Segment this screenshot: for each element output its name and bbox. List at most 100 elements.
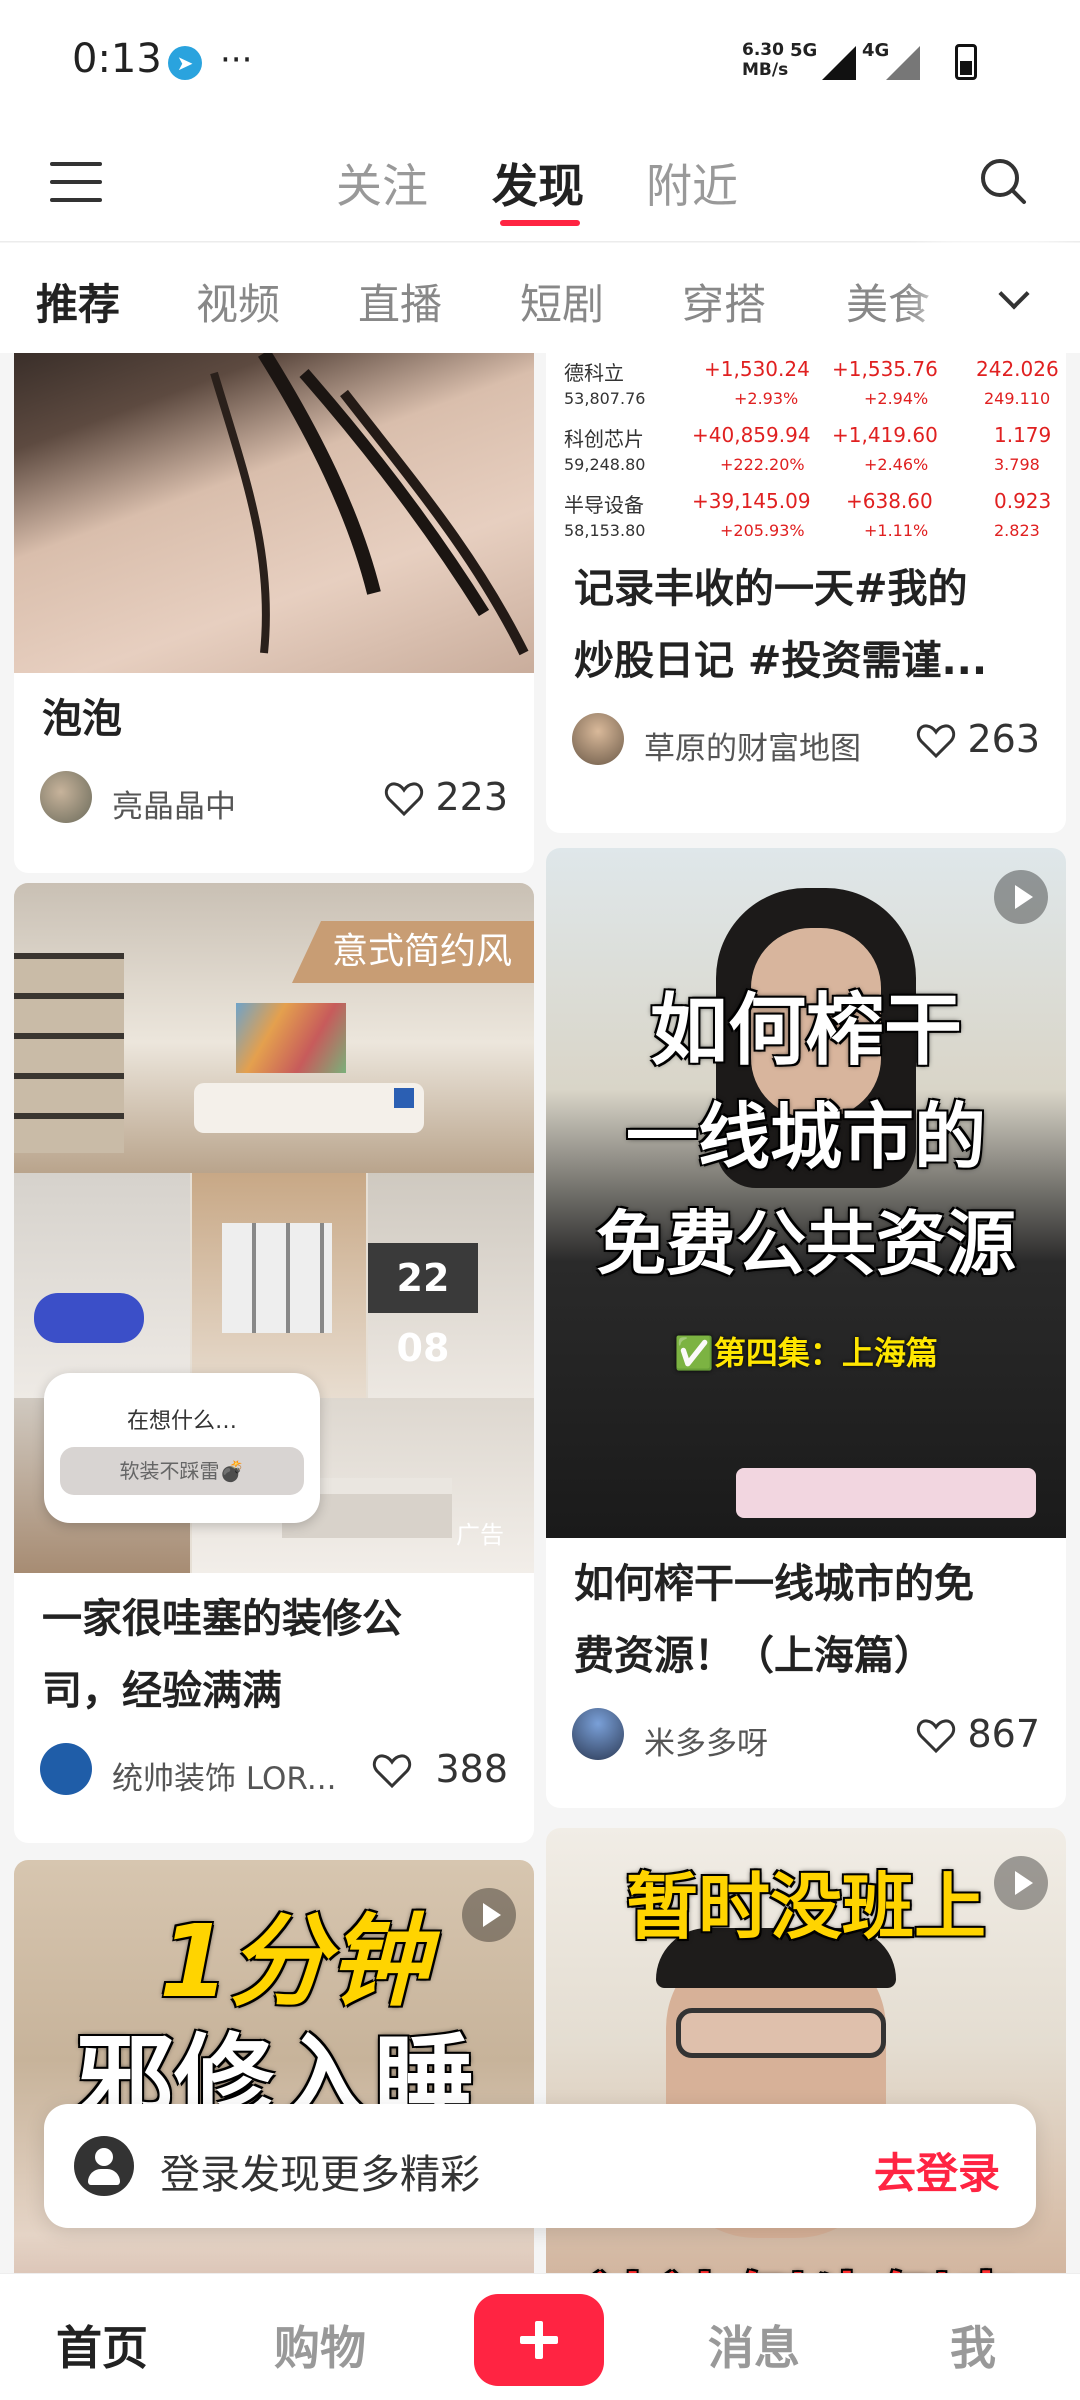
category-live[interactable]: 直播 xyxy=(358,271,442,332)
stock-value: 242.026 xyxy=(976,357,1059,381)
stock-value: 1.179 xyxy=(994,423,1052,447)
card-title-line: 费资源！（上海篇） xyxy=(574,1633,934,1679)
category-outfit[interactable]: 穿搭 xyxy=(682,271,766,332)
heart-icon[interactable] xyxy=(384,781,424,817)
signal-strength-icon-2 xyxy=(886,46,920,80)
cushion xyxy=(394,1088,414,1108)
heart-icon[interactable] xyxy=(372,1753,412,1789)
category-food[interactable]: 美食 xyxy=(846,271,930,332)
login-button[interactable]: 去登录 xyxy=(874,2140,1000,2201)
avatar[interactable] xyxy=(572,713,624,765)
stock-value: +1,530.24 xyxy=(704,357,810,381)
active-tab-indicator xyxy=(500,220,580,226)
tab-discover[interactable]: 发现 xyxy=(492,150,584,216)
telegram-icon: ➤ xyxy=(168,46,202,80)
card-title: 如何榨干一线城市的免 费资源！（上海篇） xyxy=(574,1548,974,1692)
like-count: 263 xyxy=(967,717,1040,761)
nav-messages[interactable]: 消息 xyxy=(708,2312,800,2378)
network-speed-value: 6.30 xyxy=(742,40,784,60)
card-title: 一家很哇塞的装修公 司，经验满满 xyxy=(42,1583,402,1727)
author-name[interactable]: 统帅装饰 LOR... xyxy=(112,1753,336,1798)
category-recommend[interactable]: 推荐 xyxy=(36,271,120,332)
play-icon xyxy=(994,870,1048,924)
author-name[interactable]: 亮晶晶中 xyxy=(112,781,236,826)
battery-icon xyxy=(955,44,977,80)
author-name[interactable]: 米多多呀 xyxy=(644,1718,768,1763)
network-5g-label: 5G xyxy=(790,40,818,61)
stock-value: +39,145.09 xyxy=(692,489,811,513)
nav-home[interactable]: 首页 xyxy=(56,2312,148,2378)
card-title: 记录丰收的一天#我的 炒股日记 #投资需谨... xyxy=(574,553,987,697)
wall-painting xyxy=(236,1003,346,1073)
tab-nearby[interactable]: 附近 xyxy=(646,150,738,216)
network-speed: 6.30 MB/s xyxy=(742,40,788,80)
stock-row: 德科立 53,807.76 +1,530.24 +2.93% +1,535.76… xyxy=(564,357,1059,423)
ad-popup[interactable]: 在想什么… 软装不踩雷💣 xyxy=(44,1373,320,1523)
card-title-line: 司，经验满满 xyxy=(42,1668,282,1714)
stock-price: 53,807.76 xyxy=(564,389,646,408)
video-overlay-subtitle: ✅第四集：上海篇 xyxy=(674,1334,938,1372)
feed-card[interactable]: 如何榨干 一线城市的 免费公共资源 ✅第四集：上海篇 如何榨干一线城市的免 费资… xyxy=(546,848,1066,1808)
more-notifications-icon: ··· xyxy=(220,40,253,80)
card-title: 泡泡 xyxy=(42,696,122,742)
bottom-navigation: 首页 购物 消息 我 xyxy=(0,2273,1080,2400)
card-meta: 草原的财富地图 263 xyxy=(572,713,1040,769)
stock-price: 58,153.80 xyxy=(564,521,646,540)
tab-follow[interactable]: 关注 xyxy=(336,150,428,216)
category-video[interactable]: 视频 xyxy=(196,271,280,332)
style-tag: 意式简约风 xyxy=(291,921,534,983)
feed-card-ad[interactable]: 22 08 意式简约风 在想什么… 软装不踩雷💣 广告 一家很哇塞的装修公 司，… xyxy=(14,883,534,1843)
stock-percent: +222.20% xyxy=(720,455,805,474)
hair-strands xyxy=(210,353,529,656)
heart-icon[interactable] xyxy=(916,723,956,759)
like-count: 223 xyxy=(435,775,508,819)
stock-value: 2.823 xyxy=(994,521,1040,540)
avatar[interactable] xyxy=(40,771,92,823)
stock-value: 3.798 xyxy=(994,455,1040,474)
feed-card[interactable]: 德科立 53,807.76 +1,530.24 +2.93% +1,535.76… xyxy=(546,353,1066,833)
stock-name: 半导设备 xyxy=(564,493,644,517)
like-count: 388 xyxy=(435,1747,508,1791)
ad-popup-button[interactable]: 软装不踩雷💣 xyxy=(60,1447,304,1495)
like-count: 867 xyxy=(967,1712,1040,1756)
card-meta: 统帅装饰 LOR... 388 xyxy=(40,1743,508,1799)
stock-value: +638.60 xyxy=(846,489,933,513)
stock-name: 科创芯片 xyxy=(564,427,644,451)
clock-time: 0:13 xyxy=(72,36,162,82)
stock-percent: +2.46% xyxy=(864,455,929,474)
video-overlay-text: 免费公共资源 xyxy=(596,1203,1016,1285)
top-navigation: 关注 发现 附近 xyxy=(0,120,1080,242)
video-overlay-text: 边边倒头倒卖 xyxy=(546,2248,1066,2273)
user-icon xyxy=(74,2136,134,2196)
search-icon[interactable] xyxy=(978,156,1028,206)
ad-label: 广告 xyxy=(456,1521,504,1549)
video-overlay-text: 暂时没班上 xyxy=(625,1865,986,1949)
menu-icon[interactable] xyxy=(50,162,102,202)
video-overlay-text: 一线城市的 xyxy=(625,1095,986,1179)
feed-card[interactable]: 泡泡 亮晶晶中 223 xyxy=(14,353,534,873)
card-title-line: 炒股日记 #投资需谨... xyxy=(574,638,988,684)
nav-me[interactable]: 我 xyxy=(950,2312,996,2378)
category-bar: 推荐 视频 直播 短剧 穿搭 美食 xyxy=(0,243,1080,353)
avatar[interactable] xyxy=(40,1743,92,1795)
notebook xyxy=(736,1468,1036,1518)
ad-question: 在想什么… xyxy=(126,1409,237,1434)
author-name[interactable]: 草原的财富地图 xyxy=(644,723,861,768)
card-image: 如何榨干 一线城市的 免费公共资源 ✅第四集：上海篇 xyxy=(546,848,1066,1538)
stock-row: 科创芯片 59,248.80 +40,859.94 +222.20% +1,41… xyxy=(564,423,1052,489)
avatar[interactable] xyxy=(572,1708,624,1760)
plus-icon[interactable] xyxy=(474,2294,604,2386)
stock-value: +1,535.76 xyxy=(832,357,938,381)
login-banner[interactable]: 登录发现更多精彩 去登录 xyxy=(44,2104,1036,2228)
nav-shop[interactable]: 购物 xyxy=(274,2312,366,2378)
stock-percent: +2.94% xyxy=(864,389,929,408)
card-image: 德科立 53,807.76 +1,530.24 +2.93% +1,535.76… xyxy=(546,353,1066,543)
signal-strength-icon xyxy=(822,46,856,80)
stock-percent: +1.11% xyxy=(864,521,929,540)
room-tile xyxy=(14,1173,190,1398)
card-title-line: 如何榨干一线城市的免 xyxy=(574,1561,974,1607)
category-short-drama[interactable]: 短剧 xyxy=(520,271,604,332)
heart-icon[interactable] xyxy=(916,1718,956,1754)
wall-clock: 22 08 xyxy=(368,1243,478,1370)
stock-value: +1,419.60 xyxy=(832,423,938,447)
